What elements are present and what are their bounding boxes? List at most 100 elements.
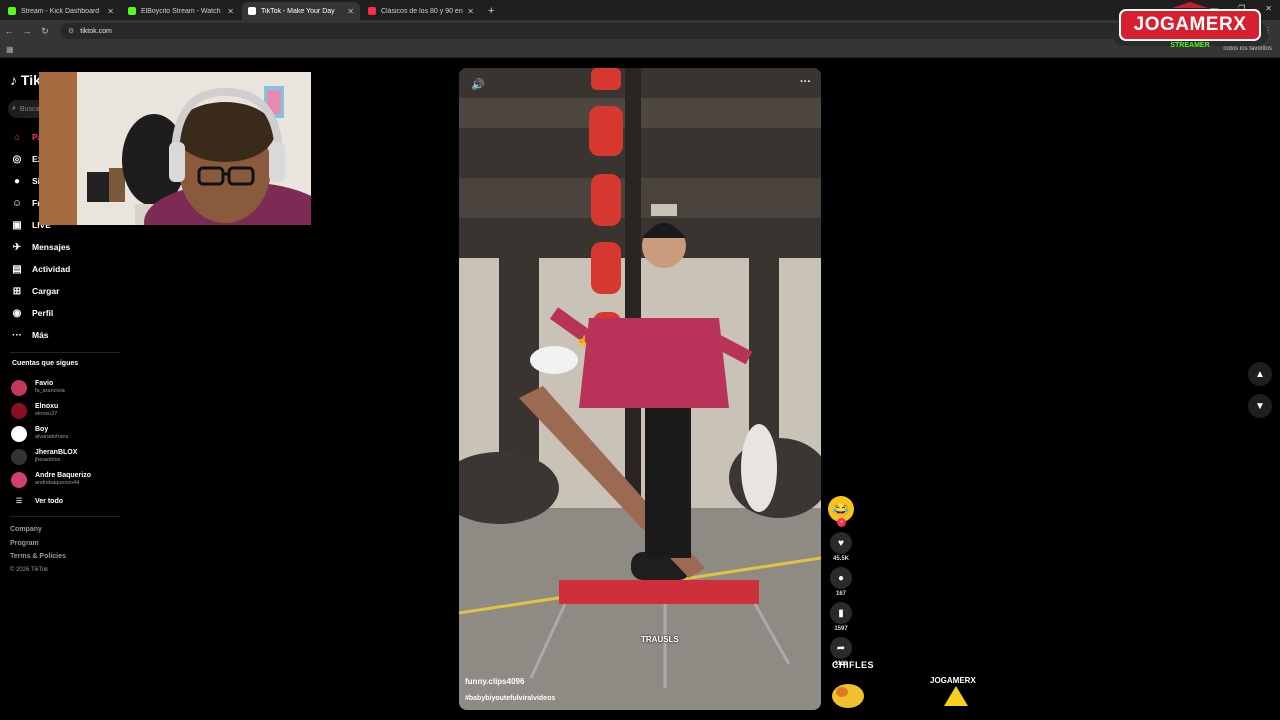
tab-favicon-icon	[368, 7, 376, 15]
footer-link[interactable]: Company	[10, 526, 66, 540]
sidebar-item-actividad[interactable]: ▤ Actividad	[10, 258, 73, 280]
site-info-icon[interactable]: ⚙	[68, 27, 74, 35]
reload-icon[interactable]: ↻	[36, 26, 54, 37]
tab-favicon-icon	[8, 7, 16, 15]
account-name: JheranBLOX	[35, 449, 78, 456]
search-icon: ⌕	[12, 105, 16, 112]
upload-icon: ⊞	[12, 285, 22, 297]
share-icon: ➦	[830, 637, 852, 659]
avatar	[11, 471, 27, 488]
list-icon: ☰	[15, 498, 23, 505]
previous-video-button[interactable]: ▲	[1248, 362, 1272, 386]
avatar	[11, 402, 27, 419]
sidebar-item-label: Más	[32, 330, 49, 340]
video-caption-overlay: TRAUSLS	[641, 635, 679, 644]
back-icon[interactable]: ←	[0, 26, 18, 36]
compass-icon: ◎	[12, 153, 22, 165]
following-account[interactable]: Favio fa_arancivia	[11, 376, 91, 399]
account-handle: jheranblox	[35, 457, 61, 463]
divider	[10, 516, 120, 517]
like-action[interactable]: ♥ 45.5K	[826, 532, 856, 562]
avatar	[11, 448, 27, 465]
video-frame	[459, 68, 821, 710]
comment-count: 167	[835, 591, 846, 597]
sidebar-item-perfil[interactable]: ◉ Perfil	[10, 302, 73, 324]
url-field[interactable]: ⚙ tiktok.com	[60, 23, 1180, 39]
profile-icon: ◉	[12, 307, 22, 319]
see-all-link[interactable]: ☰ Ver todo	[11, 491, 91, 511]
save-count: 1597	[834, 626, 848, 632]
video-more-icon[interactable]: ···	[800, 76, 811, 88]
chifles-icon	[832, 684, 864, 708]
sidebar-item-cargar[interactable]: ⊞ Cargar	[10, 280, 73, 302]
chevron-down-icon: ▼	[1255, 400, 1265, 412]
following-account[interactable]: Boy alvaradofrans	[11, 422, 91, 445]
address-bar-row: ← → ↻ ⚙ tiktok.com	[0, 20, 1280, 42]
follow-plus-icon[interactable]: +	[837, 518, 846, 527]
creator-avatar[interactable]: 😂 +	[828, 496, 854, 527]
following-account[interactable]: Elnoxu elnoxu27	[11, 399, 91, 422]
friends-icon: ☺	[11, 197, 23, 209]
activity-icon: ▤	[12, 263, 22, 275]
close-tab-icon[interactable]: ✕	[227, 7, 234, 16]
video-actions: 😂 + ♥ 45.5K ● 167 ▮ 1597 ➦ 1161	[826, 496, 856, 672]
video-hashtags[interactable]: #babybiyoutefulviralvideos	[465, 695, 555, 702]
account-handle: andrebaquerizo44	[35, 480, 80, 486]
account-name: Andre Baquerizo	[35, 472, 92, 479]
browser-tab[interactable]: ElBoycito Stream - Watch Live ... ✕	[122, 2, 240, 20]
following-account[interactable]: Andre Baquerizo andrebaquerizo44	[11, 468, 91, 491]
browser-tab[interactable]: Clásicos de los 80 y 90 en Inglés ✕	[362, 2, 480, 20]
browser-tab-bar: Stream - Kick Dashboard ✕ ElBoycito Stream…	[0, 0, 1280, 20]
tab-title: TikTok - Make Your Day	[261, 7, 335, 15]
comment-icon: ●	[830, 567, 852, 589]
new-tab-button[interactable]: +	[488, 2, 494, 20]
video-username[interactable]: funny.clips4096	[465, 677, 524, 686]
sidebar-item-m-s[interactable]: ··· Más	[10, 324, 73, 346]
sidebar-item-label: Perfil	[32, 308, 54, 318]
following-list: Favio fa_arancivia Elnoxu elnoxu27 Boy alvara…	[11, 376, 91, 511]
chevron-up-icon: ▲	[1255, 368, 1265, 380]
see-all-label: Ver todo	[35, 497, 64, 505]
divider	[10, 352, 120, 353]
webcam-overlay	[39, 72, 311, 225]
sidebar-item-mensajes[interactable]: ✈ Mensajes	[10, 236, 73, 258]
forward-icon[interactable]: →	[18, 26, 36, 36]
tab-favicon-icon	[248, 7, 256, 15]
next-video-button[interactable]: ▼	[1248, 394, 1272, 418]
footer-link[interactable]: Terms & Policies	[10, 553, 66, 567]
home-icon: ⌂	[13, 131, 21, 143]
following-account[interactable]: JheranBLOX jheranblox	[11, 445, 91, 468]
sidebar-item-label: Cargar	[32, 286, 60, 296]
apps-grid-icon[interactable]: ▦	[6, 45, 14, 54]
chifles-label: CHIFLES	[832, 660, 875, 670]
mouse-cursor-icon: ☝	[576, 336, 589, 347]
bookmark-icon: ▮	[830, 602, 852, 624]
video-player[interactable]: 🔊 ··· TRAUSLS funny.clips4096 #babybiyou…	[459, 68, 821, 710]
account-handle: alvaradofrans	[35, 434, 69, 440]
save-action[interactable]: ▮ 1597	[826, 602, 856, 632]
tab-title: Stream - Kick Dashboard	[21, 7, 100, 15]
browser-tab[interactable]: Stream - Kick Dashboard ✕	[2, 2, 120, 20]
volume-icon[interactable]: 🔊	[471, 78, 485, 91]
sidebar-item-label: Actividad	[32, 264, 71, 274]
following-icon: ●	[13, 175, 21, 187]
messages-icon: ✈	[12, 241, 22, 253]
close-tab-icon[interactable]: ✕	[107, 7, 114, 16]
account-handle: elnoxu27	[35, 411, 58, 417]
close-tab-icon[interactable]: ✕	[347, 7, 354, 16]
live-icon: ▣	[12, 219, 22, 231]
browser-tab[interactable]: TikTok - Make Your Day ✕	[242, 2, 360, 20]
tab-title: Clásicos de los 80 y 90 en Inglés	[381, 7, 463, 15]
footer-link[interactable]: Program	[10, 540, 66, 554]
creator-emoji-icon: 😂	[832, 500, 850, 517]
following-title: Cuentas que sigues	[12, 360, 79, 367]
jogamerx-label: JOGAMERX	[930, 676, 976, 685]
jogamerx-icon	[944, 686, 968, 706]
tiktok-page: ♪ TikTok ⌕ Buscar ⌂Para ti◎Explorar●Sigu…	[0, 60, 1280, 720]
copyright: © 2026 TikTok	[10, 566, 49, 573]
heart-icon: ♥	[830, 532, 852, 554]
close-tab-icon[interactable]: ✕	[467, 7, 474, 16]
tab-title: ElBoycito Stream - Watch Live ...	[141, 7, 223, 15]
account-handle: fa_arancivia	[35, 388, 65, 394]
comment-action[interactable]: ● 167	[826, 567, 856, 597]
